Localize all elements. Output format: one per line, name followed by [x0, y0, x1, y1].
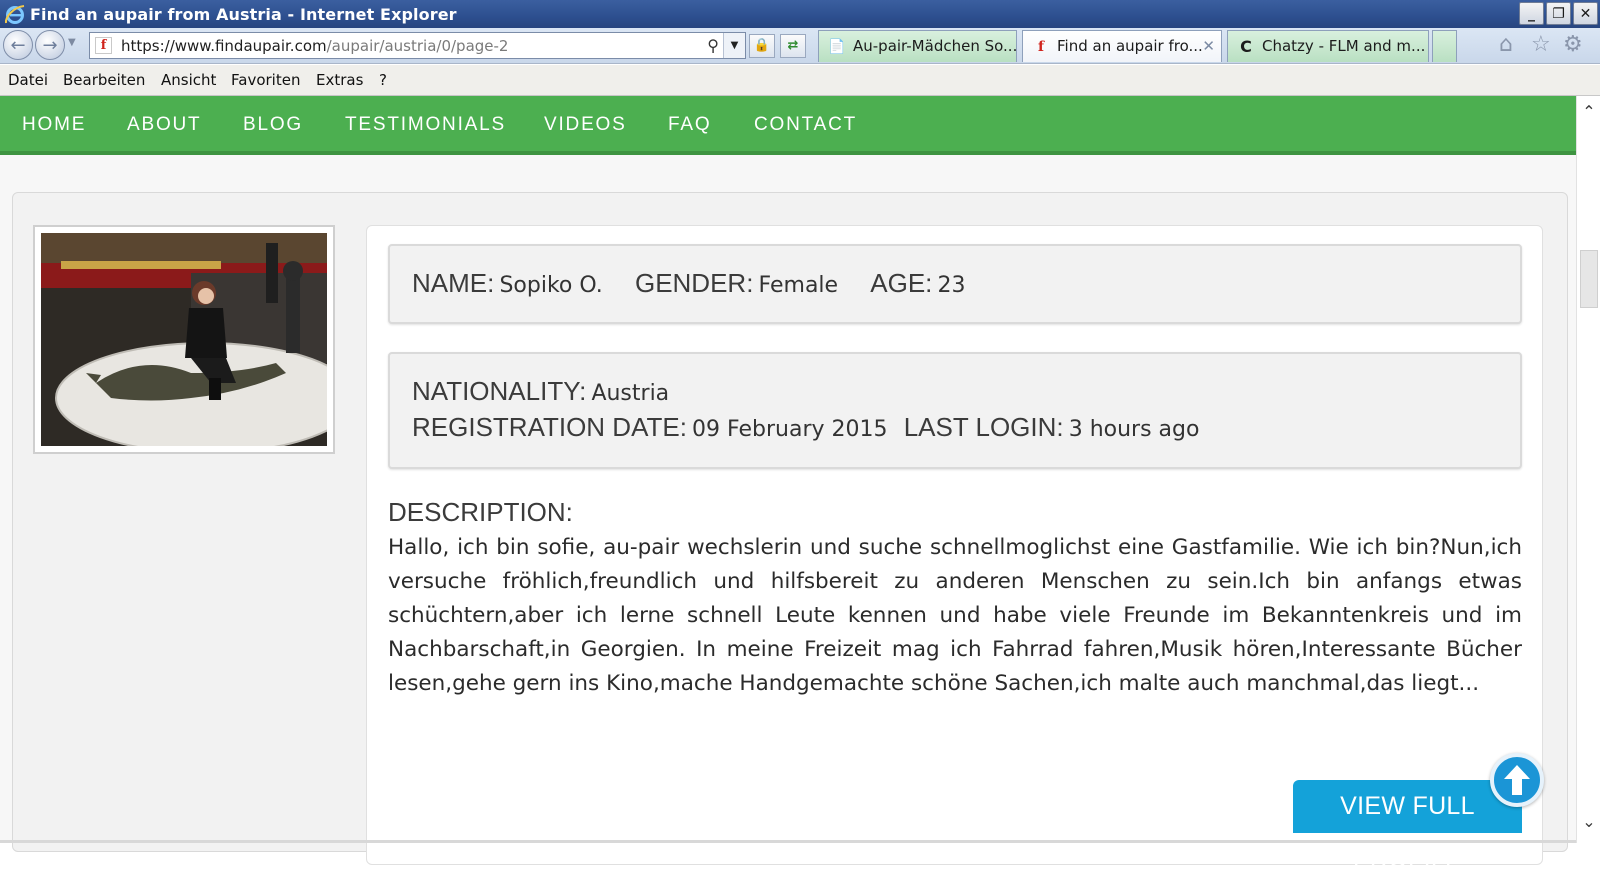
description-label: DESCRIPTION:: [388, 497, 573, 527]
gear-icon[interactable]: ⚙: [1563, 32, 1583, 57]
scroll-down-icon[interactable]: ⌄: [1577, 812, 1600, 836]
close-window-button[interactable]: ✕: [1573, 2, 1598, 25]
nav-videos[interactable]: VIDEOS: [544, 114, 627, 136]
nav-contact[interactable]: CONTACT: [754, 114, 857, 136]
home-icon[interactable]: ⌂: [1499, 32, 1513, 57]
nationality-label: NATIONALITY:: [412, 376, 587, 406]
refresh-icon[interactable]: ⇄: [780, 34, 806, 58]
menu-ansicht[interactable]: Ansicht: [161, 71, 216, 89]
restore-button[interactable]: ❐: [1546, 2, 1571, 25]
nav-blog[interactable]: BLOG: [243, 114, 303, 136]
lock-icon[interactable]: 🔒: [749, 34, 775, 58]
menu-datei[interactable]: Datei: [8, 71, 48, 89]
tab-au-pair-maedchen[interactable]: 📄 Au-pair-Mädchen So...: [818, 30, 1017, 62]
menu-help[interactable]: ?: [379, 71, 387, 89]
tab-label: Find an aupair fro...: [1057, 37, 1203, 55]
browser-toolbar: ← → ▼ f https://www.findaupair.com/aupai…: [0, 28, 1600, 64]
history-dropdown-icon[interactable]: ▼: [68, 37, 76, 48]
profile-photo-frame[interactable]: [33, 225, 335, 454]
address-dropdown-icon[interactable]: ▼: [723, 33, 745, 58]
address-bar[interactable]: f https://www.findaupair.com/aupair/aust…: [89, 32, 746, 59]
new-tab-button[interactable]: [1432, 30, 1457, 62]
forward-arrow-icon: →: [42, 34, 58, 56]
age-label: AGE:: [870, 268, 933, 298]
registration-info-box: NATIONALITY: Austria REGISTRATION DATE: …: [388, 352, 1522, 469]
nav-about[interactable]: ABOUT: [127, 114, 201, 136]
view-full-profile-button[interactable]: VIEW FULL PROFILE: [1293, 780, 1522, 873]
profile-photo: [41, 233, 327, 446]
name-value: Sopiko O.: [499, 273, 603, 298]
back-arrow-icon: ←: [10, 34, 26, 56]
name-label: NAME:: [412, 268, 495, 298]
last-login-label: LAST LOGIN:: [903, 412, 1064, 442]
back-button[interactable]: ←: [3, 30, 33, 60]
findaupair-tab-favicon: f: [1037, 39, 1045, 55]
search-icon[interactable]: ⚲: [707, 36, 719, 55]
last-login-value: 3 hours ago: [1068, 417, 1200, 442]
findaupair-favicon: f: [95, 37, 112, 54]
chatzy-favicon: C: [1240, 37, 1252, 56]
window-titlebar: Find an aupair from Austria - Internet E…: [0, 0, 1600, 28]
scroll-up-icon[interactable]: ⌃: [1577, 102, 1600, 126]
favorites-star-icon[interactable]: ☆: [1531, 32, 1551, 57]
menu-bar: Datei Bearbeiten Ansicht Favoriten Extra…: [0, 65, 1600, 96]
vertical-scrollbar[interactable]: ⌃ ⌄: [1576, 96, 1600, 843]
nav-testimonials[interactable]: TESTIMONIALS: [345, 114, 506, 136]
tab-chatzy[interactable]: C Chatzy - FLM and m...: [1227, 30, 1429, 62]
tab-find-an-aupair[interactable]: f Find an aupair fro... ✕: [1022, 30, 1222, 62]
nav-home[interactable]: HOME: [22, 114, 86, 136]
age-value: 23: [937, 273, 966, 298]
gender-value: Female: [758, 273, 839, 298]
internet-explorer-icon: [4, 5, 25, 24]
tab-label: Chatzy - FLM and m...: [1262, 37, 1426, 55]
forward-button[interactable]: →: [35, 30, 65, 60]
site-navigation: HOME ABOUT BLOG TESTIMONIALS VIDEOS FAQ …: [0, 96, 1576, 155]
scrollbar-thumb[interactable]: [1580, 250, 1598, 308]
description-text: Hallo, ich bin sofie, au-pair wechslerin…: [388, 535, 1522, 696]
arrow-up-icon: [1504, 765, 1530, 795]
basic-info-box: NAME: Sopiko O. GENDER: Female AGE: 23: [388, 244, 1522, 324]
menu-favoriten[interactable]: Favoriten: [231, 71, 300, 89]
close-tab-icon[interactable]: ✕: [1202, 31, 1215, 61]
registration-date-value: 09 February 2015: [692, 417, 888, 442]
nav-faq[interactable]: FAQ: [668, 114, 711, 136]
document-icon: 📄: [828, 39, 846, 55]
window-title: Find an aupair from Austria - Internet E…: [30, 5, 457, 24]
menu-bearbeiten[interactable]: Bearbeiten: [63, 71, 145, 89]
nationality-value: Austria: [591, 381, 670, 406]
minimize-button[interactable]: _: [1519, 2, 1544, 25]
gender-label: GENDER:: [634, 268, 754, 298]
menu-extras[interactable]: Extras: [316, 71, 363, 89]
scroll-to-top-button[interactable]: [1490, 753, 1544, 807]
address-url[interactable]: https://www.findaupair.com/aupair/austri…: [121, 37, 508, 55]
registration-date-label: REGISTRATION DATE:: [412, 412, 687, 442]
tab-label: Au-pair-Mädchen So...: [853, 37, 1017, 55]
